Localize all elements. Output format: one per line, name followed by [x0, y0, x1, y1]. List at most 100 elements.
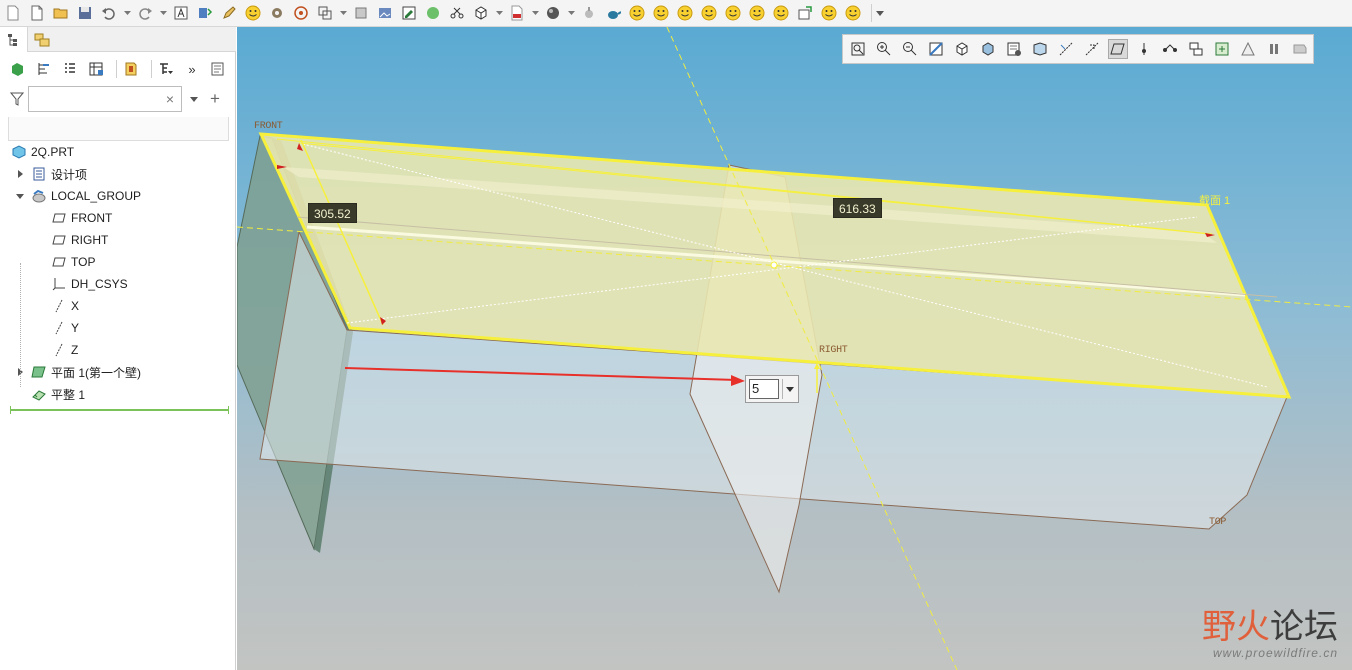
pdf-dropdown-icon[interactable]: [531, 3, 539, 23]
model-viewport[interactable]: [237, 27, 1352, 670]
undo-icon[interactable]: [99, 3, 119, 23]
collapse-arrow-icon[interactable]: [15, 191, 25, 201]
funnel-filter-icon[interactable]: [10, 92, 24, 106]
toolbar-overflow-icon[interactable]: [876, 3, 884, 23]
tree-item-top[interactable]: TOP: [0, 251, 236, 273]
component-icon[interactable]: [351, 3, 371, 23]
appearance-icon[interactable]: [1238, 39, 1258, 59]
appearance-dropdown-icon[interactable]: [567, 3, 575, 23]
settings-gear-icon[interactable]: [267, 3, 287, 23]
cube-view-icon[interactable]: [471, 3, 491, 23]
refit-icon[interactable]: [848, 39, 868, 59]
search-dropdown-icon[interactable]: [188, 92, 200, 106]
tree-item-design-items[interactable]: 设计项: [0, 163, 236, 185]
pdf-export-icon[interactable]: [507, 3, 527, 23]
tree-item-flatten[interactable]: 平整 1: [0, 383, 236, 405]
copy-geometry-icon[interactable]: [315, 3, 335, 23]
sketch-center-point[interactable]: [770, 261, 778, 269]
teapot-render-icon[interactable]: [603, 3, 623, 23]
appearance-sphere-icon[interactable]: [543, 3, 563, 23]
tree-list-icon[interactable]: [60, 59, 80, 79]
redo-icon[interactable]: [135, 3, 155, 23]
image-export-icon[interactable]: [375, 3, 395, 23]
tab-model-tree[interactable]: [0, 27, 28, 52]
smiley-icon[interactable]: [651, 3, 671, 23]
perspective-view-icon[interactable]: [1030, 39, 1050, 59]
clear-search-icon[interactable]: ×: [163, 91, 177, 107]
plane-display-icon[interactable]: [1108, 39, 1128, 59]
zoom-out-icon[interactable]: [900, 39, 920, 59]
tree-item-planar-wall[interactable]: 平面 1(第一个壁): [0, 361, 236, 383]
smiley-icon[interactable]: [771, 3, 791, 23]
tree-item-x-axis[interactable]: X: [0, 295, 236, 317]
zoom-in-icon[interactable]: [874, 39, 894, 59]
smiley-icon[interactable]: [699, 3, 719, 23]
cube-dropdown-icon[interactable]: [495, 3, 503, 23]
edit-definition-icon[interactable]: [399, 3, 419, 23]
tree-search-input[interactable]: [29, 87, 159, 111]
more-tools-icon[interactable]: »: [182, 59, 202, 79]
display-style-icon[interactable]: [952, 39, 972, 59]
annotation-display-icon[interactable]: [1186, 39, 1206, 59]
repaint-icon[interactable]: [926, 39, 946, 59]
expand-arrow-icon[interactable]: [15, 169, 25, 179]
undo-dropdown-icon[interactable]: [123, 3, 131, 23]
tree-columns-icon[interactable]: [34, 59, 54, 79]
datum-display-icon[interactable]: [1056, 39, 1076, 59]
show-features-icon[interactable]: [8, 59, 28, 79]
render-sphere-icon[interactable]: [423, 3, 443, 23]
tree-item-csys[interactable]: DH_CSYS: [0, 273, 236, 295]
depth-dropdown-icon[interactable]: [782, 379, 796, 399]
link-scissors-icon[interactable]: [447, 3, 467, 23]
new-document-icon[interactable]: [27, 3, 47, 23]
package-export-icon[interactable]: [795, 3, 815, 23]
smiley-icon[interactable]: [747, 3, 767, 23]
smiley-icon[interactable]: [723, 3, 743, 23]
target-icon[interactable]: [291, 3, 311, 23]
view-manager-icon[interactable]: [1004, 39, 1024, 59]
copy-dropdown-icon[interactable]: [339, 3, 347, 23]
tree-filter-icon[interactable]: [156, 59, 176, 79]
smiley-icon[interactable]: [843, 3, 863, 23]
smiley-icon[interactable]: [627, 3, 647, 23]
sketch-pencil-icon[interactable]: [219, 3, 239, 23]
tree-item-z-axis[interactable]: Z: [0, 339, 236, 361]
right-plane-tag[interactable]: RIGHT: [819, 345, 848, 356]
tree-item-local-group[interactable]: LOCAL_GROUP: [0, 185, 236, 207]
tree-item-right[interactable]: RIGHT: [0, 229, 236, 251]
point-display-icon[interactable]: [1134, 39, 1154, 59]
new-file-icon[interactable]: [3, 3, 23, 23]
annotation-text-icon[interactable]: [171, 3, 191, 23]
model-tree: 2Q.PRT 设计项 LOCAL_GROUP FRONT RIGHT TOP D…: [0, 141, 236, 405]
top-plane-tag[interactable]: TOP: [1209, 517, 1226, 528]
dimension-305-label[interactable]: 305.52: [308, 203, 357, 223]
smiley-icon[interactable]: [243, 3, 263, 23]
dimension-616-label[interactable]: 616.33: [833, 198, 882, 218]
section-label[interactable]: 截面 1: [1199, 192, 1230, 208]
smiley-icon[interactable]: [819, 3, 839, 23]
graphics-window[interactable]: 305.52 616.33 FRONT RIGHT TOP 截面 1 5 野火论…: [237, 27, 1352, 670]
tree-item-root[interactable]: 2Q.PRT: [0, 141, 236, 163]
axis-display-icon[interactable]: [1082, 39, 1102, 59]
save-icon[interactable]: [75, 3, 95, 23]
add-filter-button[interactable]: +: [208, 90, 222, 107]
tree-settings-icon[interactable]: [121, 59, 141, 79]
saved-orientations-icon[interactable]: [978, 39, 998, 59]
depth-value-input[interactable]: 5: [749, 379, 779, 399]
tree-item-y-axis[interactable]: Y: [0, 317, 236, 339]
tree-item-front[interactable]: FRONT: [0, 207, 236, 229]
open-folder-icon[interactable]: [51, 3, 71, 23]
mechanism-icon[interactable]: [579, 3, 599, 23]
front-plane-tag[interactable]: FRONT: [254, 121, 283, 132]
insert-here-marker[interactable]: [10, 406, 229, 414]
exit-sketch-icon[interactable]: [1290, 39, 1310, 59]
pause-icon[interactable]: [1264, 39, 1284, 59]
redo-dropdown-icon[interactable]: [159, 3, 167, 23]
regenerate-icon[interactable]: [195, 3, 215, 23]
smiley-icon[interactable]: [675, 3, 695, 23]
csys-display-icon[interactable]: [1160, 39, 1180, 59]
tree-table-icon[interactable]: [86, 59, 106, 79]
spin-center-icon[interactable]: [1212, 39, 1232, 59]
tab-folder-browser[interactable]: [28, 27, 56, 52]
tree-properties-icon[interactable]: [208, 59, 228, 79]
